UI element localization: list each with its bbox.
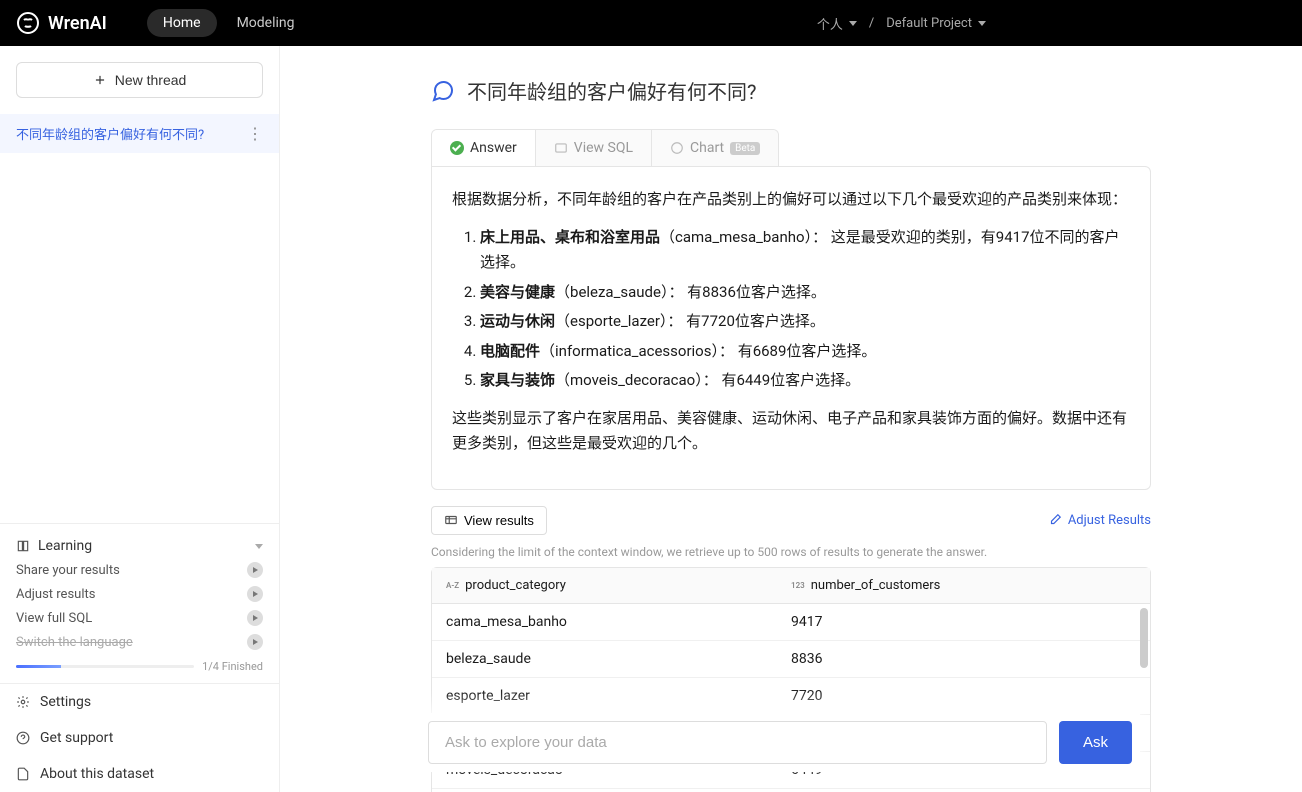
chevron-down-icon — [849, 21, 857, 26]
answer-list-item: 运动与休闲（esporte_lazer）： 有7720位客户选择。 — [480, 309, 1130, 335]
edit-icon — [1048, 513, 1062, 527]
table-icon — [444, 513, 458, 527]
tab-answer[interactable]: Answer — [432, 130, 536, 166]
learning-progress-bar — [16, 665, 194, 668]
table-scrollbar[interactable] — [1140, 608, 1148, 668]
table-row: utilidades_domesticas5884 — [432, 789, 1150, 792]
thread-item[interactable]: 不同年龄组的客户偏好有何不同? ⋮ — [0, 114, 279, 153]
answer-list-item: 电脑配件（informatica_acessorios）： 有6689位客户选择… — [480, 339, 1130, 365]
answer-list-item: 美容与健康（beleza_saude）： 有8836位客户选择。 — [480, 280, 1130, 306]
learning-item[interactable]: Switch the language — [16, 630, 263, 654]
wren-icon — [16, 11, 40, 35]
answer-panel: 根据数据分析，不同年龄组的客户在产品类别上的偏好可以通过以下几个最受欢迎的产品类… — [431, 166, 1151, 490]
tab-chart[interactable]: Chart Beta — [652, 130, 778, 166]
table-row: cama_mesa_banho9417 — [432, 604, 1150, 641]
help-icon — [16, 731, 30, 745]
dataset-link[interactable]: About this dataset — [0, 756, 279, 792]
gear-icon — [16, 695, 30, 709]
beta-badge: Beta — [730, 142, 760, 155]
thread-menu-icon[interactable]: ⋮ — [247, 124, 263, 143]
view-results-button[interactable]: View results — [431, 506, 547, 535]
answer-list: 床上用品、桌布和浴室用品（cama_mesa_banho）： 这是最受欢迎的类别… — [480, 225, 1130, 394]
tab-view-sql[interactable]: View SQL — [536, 130, 652, 166]
code-icon — [554, 141, 568, 155]
table-row: esporte_lazer7720 — [432, 678, 1150, 715]
book-icon — [16, 539, 30, 553]
nav-home[interactable]: Home — [147, 9, 217, 37]
type-number-icon: 123 — [791, 581, 805, 590]
chat-icon — [431, 79, 455, 103]
result-tabs: Answer View SQL Chart Beta — [431, 129, 779, 166]
context-note: Considering the limit of the context win… — [431, 545, 1151, 559]
chevron-down-icon — [255, 544, 263, 549]
breadcrumb-project[interactable]: Default Project — [886, 16, 986, 31]
ask-button[interactable]: Ask — [1059, 721, 1132, 764]
play-icon — [247, 610, 263, 626]
learning-item[interactable]: View full SQL — [16, 606, 263, 630]
ask-bar: Ask — [420, 713, 1140, 772]
learning-toggle[interactable]: Learning — [16, 534, 263, 558]
play-icon — [247, 586, 263, 602]
breadcrumb-personal[interactable]: 个人 — [817, 14, 857, 33]
breadcrumb-separator: / — [869, 16, 874, 31]
top-bar: WrenAI Home Modeling 个人 / Default Projec… — [0, 0, 1302, 46]
answer-intro: 根据数据分析，不同年龄组的客户在产品类别上的偏好可以通过以下几个最受欢迎的产品类… — [452, 187, 1130, 213]
chart-icon — [670, 141, 684, 155]
file-icon — [16, 767, 30, 781]
answer-list-item: 床上用品、桌布和浴室用品（cama_mesa_banho）： 这是最受欢迎的类别… — [480, 225, 1130, 276]
new-thread-button[interactable]: New thread — [16, 62, 263, 98]
table-row: beleza_saude8836 — [432, 641, 1150, 678]
play-icon — [247, 634, 263, 650]
main-content: 不同年龄组的客户偏好有何不同? Answer View SQL Chart Be… — [280, 46, 1302, 792]
settings-link[interactable]: Settings — [0, 684, 279, 720]
brand-name: WrenAI — [48, 13, 107, 34]
logo: WrenAI — [16, 11, 107, 35]
learning-section: Learning Share your resultsAdjust result… — [0, 523, 279, 683]
main-nav: Home Modeling — [147, 9, 311, 37]
answer-outro: 这些类别显示了客户在家居用品、美容健康、运动休闲、电子产品和家具装饰方面的偏好。… — [452, 406, 1130, 457]
column-header-category: A-Z product_category — [446, 578, 791, 593]
column-header-customers: 123 number_of_customers — [791, 578, 1136, 593]
support-link[interactable]: Get support — [0, 720, 279, 756]
question-text: 不同年龄组的客户偏好有何不同? — [467, 76, 756, 105]
answer-list-item: 家具与装饰（moveis_decoracao）： 有6449位客户选择。 — [480, 368, 1130, 394]
question-header: 不同年龄组的客户偏好有何不同? — [431, 76, 1151, 105]
learning-item[interactable]: Adjust results — [16, 582, 263, 606]
sidebar: New thread 不同年龄组的客户偏好有何不同? ⋮ Learning Sh… — [0, 46, 280, 792]
check-icon — [450, 141, 464, 155]
plus-icon — [93, 73, 107, 87]
adjust-results-link[interactable]: Adjust Results — [1048, 513, 1151, 528]
play-icon — [247, 562, 263, 578]
learning-item[interactable]: Share your results — [16, 558, 263, 582]
nav-modeling[interactable]: Modeling — [221, 9, 311, 37]
type-text-icon: A-Z — [446, 581, 459, 590]
learning-progress-text: 1/4 Finished — [202, 660, 263, 673]
breadcrumb: 个人 / Default Project — [817, 14, 986, 33]
ask-input[interactable] — [428, 721, 1047, 764]
chevron-down-icon — [978, 21, 986, 26]
